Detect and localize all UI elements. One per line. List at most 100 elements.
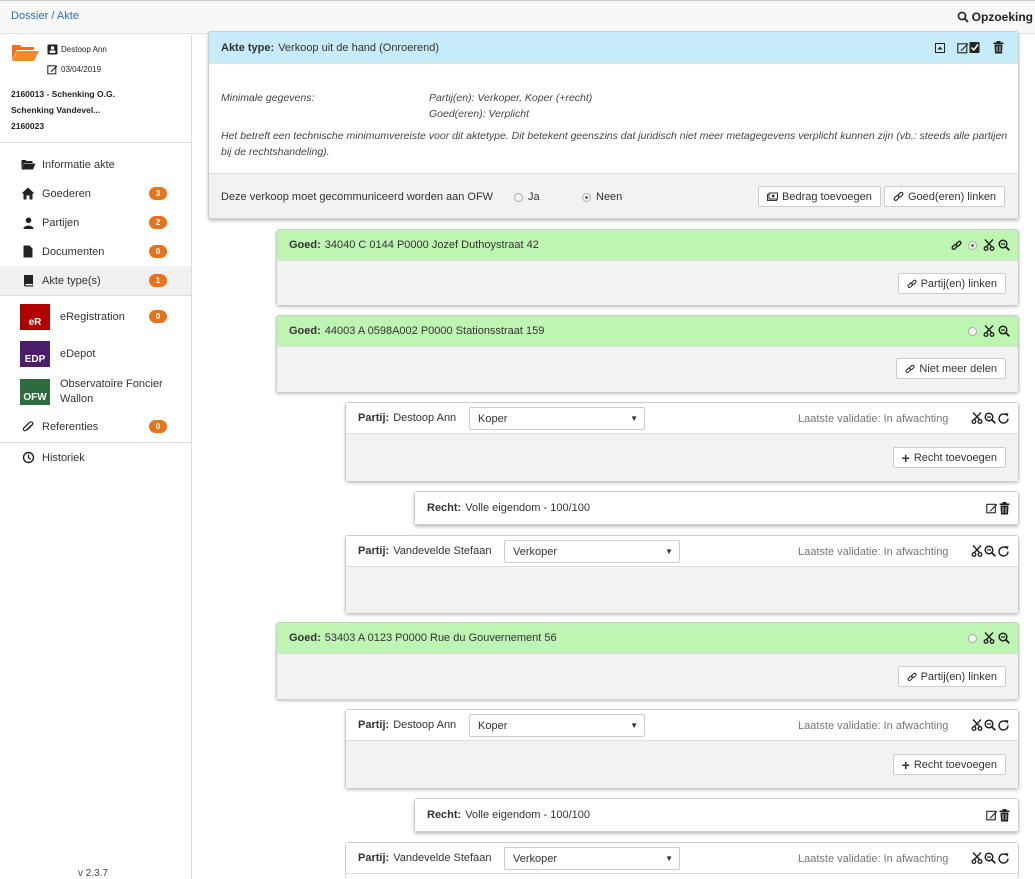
scissors-icon[interactable] — [971, 719, 983, 731]
sidebar-item-akte-types[interactable]: Akte type(s) 1 — [0, 266, 191, 295]
scissors-icon[interactable] — [971, 545, 983, 557]
collapse-icon[interactable] — [935, 42, 945, 53]
edit-icon[interactable] — [986, 809, 998, 821]
breadcrumb: Dossier / Akte — [11, 10, 79, 22]
sidebar-divider — [0, 295, 191, 296]
edit-icon — [47, 65, 58, 75]
ofw-no-label: Neen — [596, 191, 623, 203]
ofw-logo: OFW — [20, 379, 50, 405]
sidebar-item-informatie-akte[interactable]: Informatie akte — [0, 150, 191, 179]
akte-type-body: Minimale gegevens: Partij(en): Verkoper,… — [209, 64, 1018, 174]
edepot-logo: EDP — [20, 340, 50, 367]
recht-card: Recht: Volle eigendom - 100/100 — [414, 798, 1019, 832]
role-select[interactable]: Koper ▼ — [469, 714, 645, 737]
zoom-icon[interactable] — [984, 412, 996, 424]
sidebar-item-documenten[interactable]: Documenten 0 — [0, 237, 191, 266]
goed-value: 34040 C 0144 P0000 Jozef Duthoystraat 42 — [324, 239, 539, 251]
goed-select-radio[interactable] — [968, 326, 977, 336]
partij-label: Partij: — [358, 412, 390, 424]
sidebar-dossier-line[interactable]: Schenking Vandevel... — [11, 102, 115, 118]
top-bar: Dossier / Akte Opzoeking — [0, 0, 1035, 34]
trash-icon[interactable] — [999, 808, 1010, 822]
search-icon — [957, 11, 969, 23]
scissors-icon[interactable] — [983, 239, 995, 251]
partij-card: Partij: Destoop Ann Koper ▼ Laatste vali… — [345, 402, 1019, 481]
trash-icon[interactable] — [993, 41, 1004, 54]
validation-status: Laatste validatie: In afwachting — [798, 853, 949, 865]
goed-card: Goed: 53403 A 0123 P0000 Rue du Gouverne… — [276, 622, 1019, 699]
goed-label: Goed: — [289, 239, 321, 251]
role-select[interactable]: Koper ▼ — [469, 407, 645, 430]
history-icon — [20, 451, 36, 464]
link-icon[interactable] — [951, 240, 962, 251]
breadcrumb-dossier-link[interactable]: Dossier — [11, 10, 48, 22]
search-link[interactable]: Opzoeking — [957, 10, 1033, 24]
validation-status: Laatste validatie: In afwachting — [798, 546, 949, 558]
stop-sharing-button[interactable]: Niet meer delen — [896, 358, 1006, 379]
partij-card: Partij: Destoop Ann Koper ▼ Laatste vali… — [345, 709, 1019, 788]
akte-type-label: Akte type: — [221, 41, 275, 54]
partij-header: Partij: Vandevelde Stefaan Verkoper ▼ La… — [346, 536, 1018, 567]
sidebar-item-partijen[interactable]: Partijen 2 — [0, 208, 191, 237]
goed-header: Goed: 53403 A 0123 P0000 Rue du Gouverne… — [277, 623, 1018, 654]
partij-label: Partij: — [358, 719, 390, 731]
goed-actions — [965, 316, 1010, 346]
zoom-icon[interactable] — [998, 632, 1010, 644]
goed-select-radio[interactable] — [968, 633, 977, 643]
zoom-icon[interactable] — [984, 719, 996, 731]
zoom-icon[interactable] — [998, 239, 1010, 251]
role-select[interactable]: Verkoper ▼ — [504, 847, 680, 870]
goed-actions — [965, 623, 1010, 653]
sidebar-dossier-line[interactable]: 2160013 - Schenking O.G. — [11, 86, 115, 102]
role-select-value: Verkoper — [513, 852, 558, 865]
role-select[interactable]: Verkoper ▼ — [504, 540, 680, 563]
trash-icon[interactable] — [999, 501, 1010, 515]
sidebar-item-historiek[interactable]: Historiek — [0, 443, 191, 472]
partij-actions — [971, 536, 1010, 566]
edit-icon[interactable] — [986, 502, 998, 514]
edit-checkbox-icon[interactable] — [957, 41, 981, 54]
goed-select-radio[interactable] — [968, 240, 977, 250]
sidebar-item-label: Documenten — [42, 245, 105, 258]
scissors-icon[interactable] — [971, 852, 983, 864]
scissors-icon[interactable] — [983, 632, 995, 644]
refresh-icon[interactable] — [997, 852, 1010, 865]
akte-type-actions — [935, 32, 1004, 63]
sidebar-dossier-line[interactable]: 2160023 — [11, 118, 115, 134]
link-parties-button[interactable]: Partij(en) linken — [897, 273, 1006, 294]
count-badge: 0 — [149, 245, 167, 258]
partij-card: Partij: Vandevelde Stefaan Verkoper ▼ La… — [345, 535, 1019, 613]
scissors-icon[interactable] — [983, 325, 995, 337]
scissors-icon[interactable] — [971, 412, 983, 424]
link-goods-button[interactable]: Goed(eren) linken — [884, 186, 1006, 207]
recht-header: Recht: Volle eigendom - 100/100 — [415, 492, 1018, 524]
version-label: v 2.3.7 — [78, 868, 109, 879]
zoom-icon[interactable] — [984, 852, 996, 864]
refresh-icon[interactable] — [997, 719, 1010, 732]
sidebar-item-referenties[interactable]: Referenties 0 — [0, 412, 191, 442]
akte-type-value: Verkoop uit de hand (Onroerend) — [278, 41, 440, 54]
partij-card: Partij: Vandevelde Stefaan Verkoper ▼ La… — [345, 842, 1019, 879]
ofw-yes-radio[interactable] — [514, 192, 523, 202]
goed-header: Goed: 34040 C 0144 P0000 Jozef Duthoystr… — [277, 230, 1018, 261]
sidebar-item-ofw[interactable]: OFW Observatoire Foncier Wallon — [0, 372, 191, 412]
sidebar-item-goederen[interactable]: Goederen 3 — [0, 179, 191, 208]
zoom-icon[interactable] — [998, 325, 1010, 337]
zoom-icon[interactable] — [984, 545, 996, 557]
ofw-no-option[interactable]: Neen — [582, 191, 622, 203]
link-parties-button[interactable]: Partij(en) linken — [897, 666, 1006, 687]
refresh-icon[interactable] — [997, 545, 1010, 558]
add-right-button[interactable]: + Recht toevoegen — [892, 447, 1006, 468]
sidebar-item-edepot[interactable]: EDP eDepot — [0, 335, 191, 372]
ofw-yes-option[interactable]: Ja — [514, 191, 540, 203]
add-right-button[interactable]: + Recht toevoegen — [892, 754, 1006, 775]
ofw-row: Deze verkoop moet gecommuniceerd worden … — [209, 174, 1018, 218]
breadcrumb-akte-link[interactable]: Akte — [57, 10, 79, 22]
recht-label: Recht: — [427, 809, 462, 821]
ofw-no-radio[interactable] — [582, 192, 591, 202]
add-amount-button[interactable]: Bedrag toevoegen — [758, 186, 881, 207]
refresh-icon[interactable] — [997, 412, 1010, 425]
partij-body — [346, 567, 1018, 613]
partij-name: Vandevelde Stefaan — [393, 852, 492, 864]
sidebar-item-eregistration[interactable]: eR eRegistration 0 — [0, 298, 191, 335]
